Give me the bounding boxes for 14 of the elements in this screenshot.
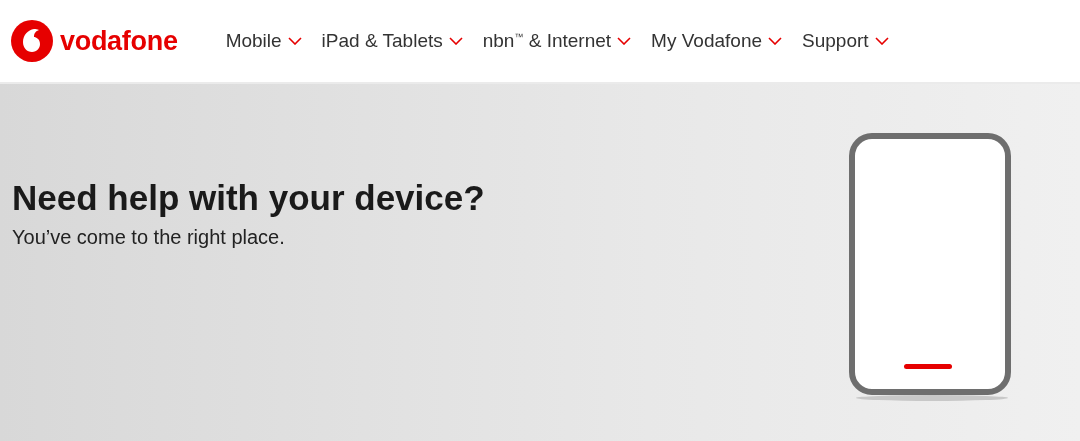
brand-name: vodafone (60, 25, 178, 57)
chevron-icon (287, 37, 302, 45)
hero-title: Need help with your device? (12, 178, 485, 218)
nav-link[interactable]: Mobile (225, 30, 302, 52)
chevron-icon (768, 37, 783, 45)
nav-link[interactable]: iPad & Tablets (321, 30, 463, 52)
hero-subtitle: You’ve come to the right place. (12, 226, 286, 249)
nav-link[interactable]: nbn$^{™}$ & Internet (482, 30, 632, 52)
nav-link[interactable]: Support (802, 30, 889, 52)
logo-icon (11, 20, 53, 62)
chevron-icon (617, 37, 632, 45)
chevron-icon (874, 37, 889, 45)
chevron-icon (448, 37, 463, 45)
nav-link[interactable]: My Vodafone (651, 30, 783, 52)
